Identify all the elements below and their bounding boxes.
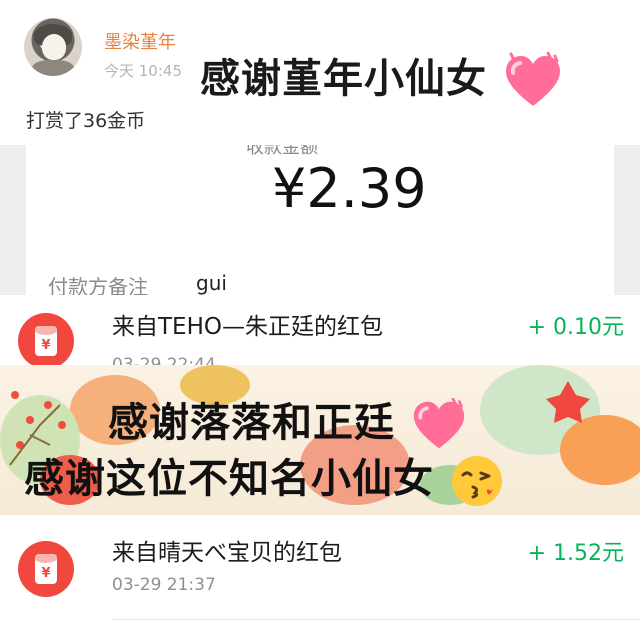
red-packet-title: 来自TEHO—朱正廷的红包 — [112, 314, 383, 340]
red-packet-row[interactable]: ¥ 来自晴天べ宝贝的红包 03-29 21:37 + 1.52元 — [0, 515, 640, 620]
username[interactable]: 墨染堇年 — [104, 28, 176, 54]
red-packet-date: 03-29 21:37 — [112, 575, 216, 595]
red-packet-icon: ¥ — [18, 313, 74, 369]
thanks-caption-2: 感谢落落和正廷 — [108, 390, 468, 452]
remark-label: 付款方备注 — [48, 275, 148, 295]
remark-value: gui — [196, 271, 227, 295]
thanks-caption-1: 感谢堇年小仙女 — [200, 46, 564, 110]
face-blowing-kiss-icon — [451, 456, 502, 506]
amount-value: ¥2.39 — [272, 157, 427, 220]
thanks-caption-2-text: 感谢落落和正廷 — [108, 400, 395, 446]
red-packet-title: 来自晴天べ宝贝的红包 — [112, 540, 342, 566]
thanks-caption-3-text: 感谢这位不知名小仙女 — [24, 456, 434, 502]
red-packet-amount: + 1.52元 — [527, 541, 624, 566]
avatar[interactable] — [24, 18, 82, 76]
post-time: 今天 10:45 — [104, 62, 182, 80]
thanks-caption-3: 感谢这位不知名小仙女 — [24, 446, 505, 509]
payment-card: 收款金额 ¥2.39 付款方备注 gui — [26, 145, 614, 295]
sparkling-heart-icon — [505, 52, 560, 106]
tip-text: 打赏了36金币 — [26, 110, 146, 132]
thanks-caption-1-text: 感谢堇年小仙女 — [200, 56, 487, 102]
sparkling-heart-icon — [413, 398, 465, 449]
payment-section: 收款金额 ¥2.39 付款方备注 gui — [0, 145, 640, 295]
red-packet-icon: ¥ — [18, 541, 74, 597]
red-packet-amount: + 0.10元 — [527, 315, 624, 340]
